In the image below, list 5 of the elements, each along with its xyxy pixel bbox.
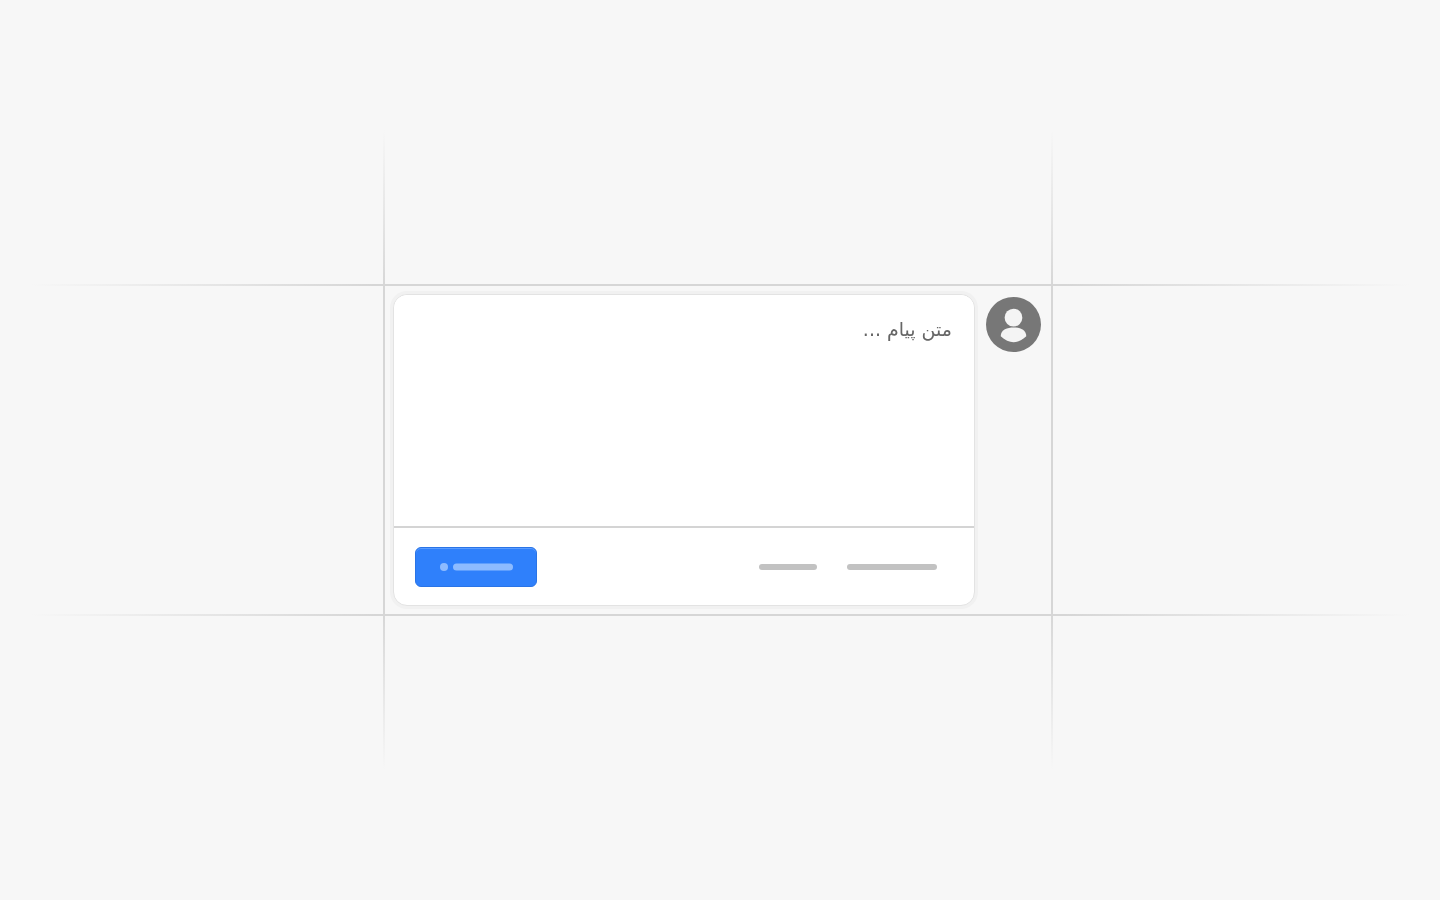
message-composer[interactable]: متن پیام ... <box>393 294 975 606</box>
action-button[interactable] <box>415 546 537 587</box>
message-input[interactable]: متن پیام ... <box>394 295 974 528</box>
label-placeholder-icon <box>440 562 514 571</box>
avatar-icon <box>986 297 1041 352</box>
